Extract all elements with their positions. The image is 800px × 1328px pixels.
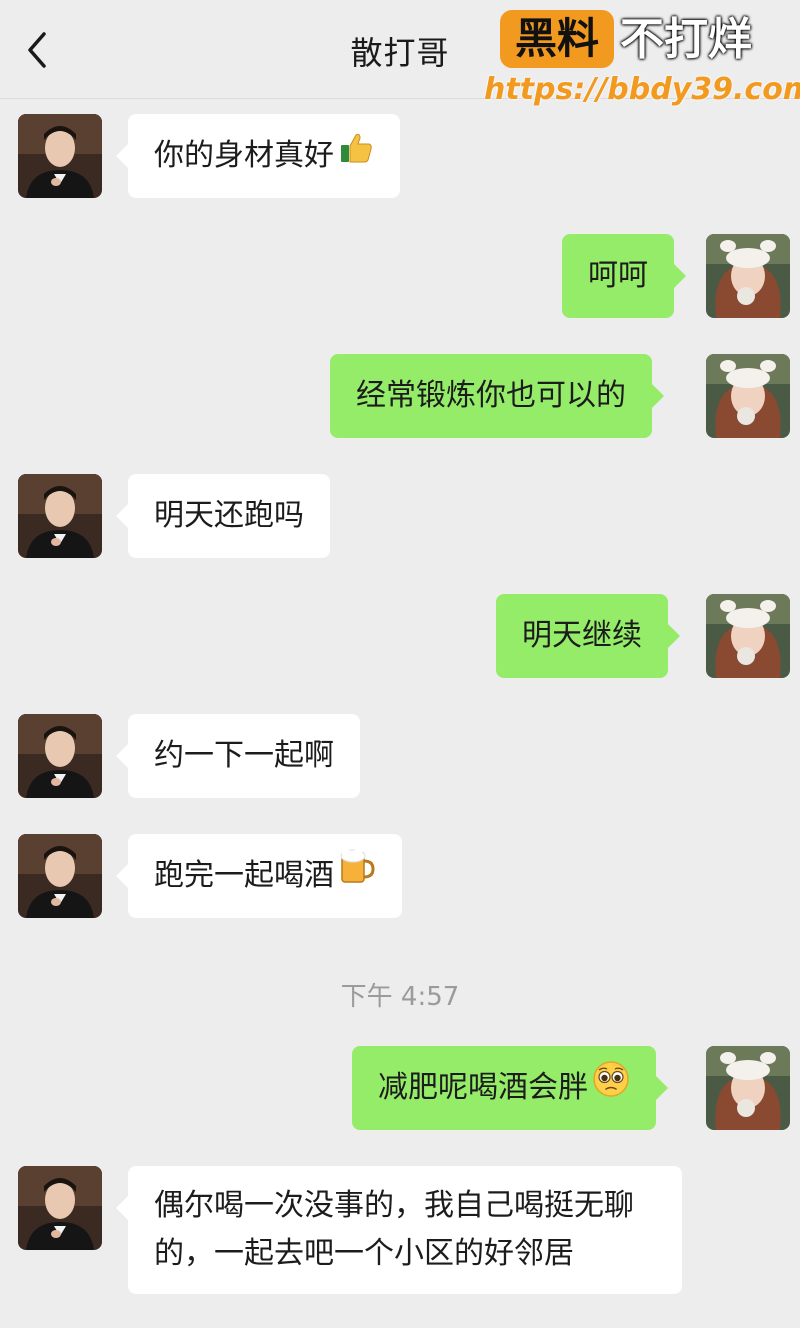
message-bubble-outgoing[interactable]: 呵呵: [562, 234, 686, 318]
message-bubble-incoming[interactable]: 你的身材真好: [116, 114, 400, 199]
message-bubble-incoming[interactable]: 偶尔喝一次没事的，我自己喝挺无聊的，一起去吧一个小区的好邻居: [116, 1166, 682, 1294]
self-avatar[interactable]: [706, 354, 790, 438]
message-text: 跑完一起喝酒: [154, 858, 334, 893]
contact-avatar[interactable]: [18, 1166, 102, 1250]
message-bubble-outgoing[interactable]: 减肥呢喝酒会胖: [352, 1046, 668, 1131]
beer-mug-icon: [338, 835, 376, 919]
message-bubble-incoming[interactable]: 约一下一起啊: [116, 714, 360, 798]
message-text: 你的身材真好: [154, 138, 334, 173]
message-text: 偶尔喝一次没事的，我自己喝挺无聊的，一起去吧一个小区的好邻居: [154, 1188, 634, 1271]
contact-avatar[interactable]: [18, 114, 102, 198]
message-bubble-outgoing[interactable]: 明天继续: [496, 594, 680, 678]
message-timestamp: 下午 4:57: [340, 982, 460, 1012]
self-avatar[interactable]: [706, 234, 790, 318]
watermark-url: https://bbdy39.com: [484, 72, 800, 107]
watermark: 黑料 不打烊 https://bbdy39.com: [484, 10, 800, 114]
message-bubble-outgoing[interactable]: 经常锻炼你也可以的: [330, 354, 664, 438]
watermark-text: 不打烊: [620, 14, 752, 65]
message-text: 经常锻炼你也可以的: [356, 378, 626, 413]
message-text: 呵呵: [588, 258, 648, 293]
message-bubble-incoming[interactable]: 跑完一起喝酒: [116, 834, 402, 919]
message-text: 约一下一起啊: [154, 738, 334, 773]
self-avatar[interactable]: [706, 1046, 790, 1130]
contact-avatar[interactable]: [18, 834, 102, 918]
self-avatar[interactable]: [706, 594, 790, 678]
message-bubble-incoming[interactable]: 明天还跑吗: [116, 474, 330, 558]
contact-avatar[interactable]: [18, 714, 102, 798]
message-text: 明天继续: [522, 618, 642, 653]
thumbs-up-icon: [338, 115, 374, 199]
pleading-face-icon: [592, 1047, 630, 1131]
contact-avatar[interactable]: [18, 474, 102, 558]
watermark-badge: 黑料: [500, 10, 614, 68]
message-text: 减肥呢喝酒会胖: [378, 1070, 588, 1105]
message-text: 明天还跑吗: [154, 498, 304, 533]
